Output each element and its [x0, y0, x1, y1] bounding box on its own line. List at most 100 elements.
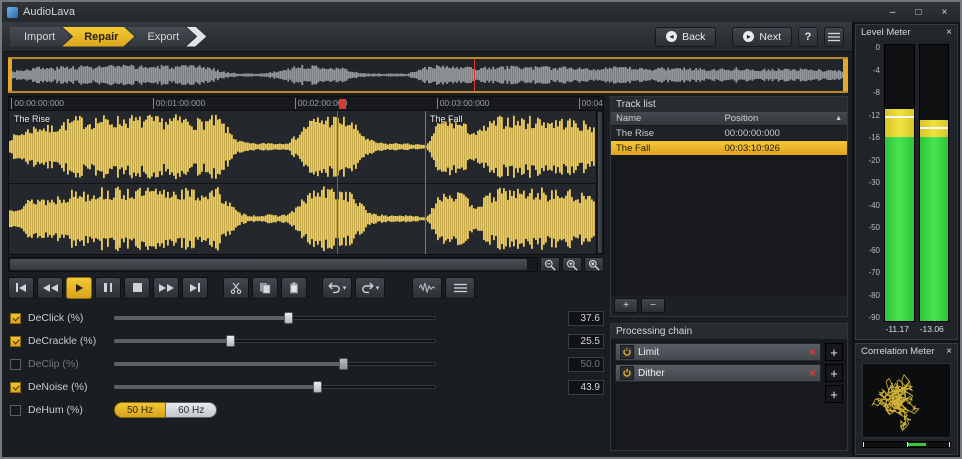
overview-waveform — [8, 59, 848, 91]
overview-right-handle[interactable] — [843, 59, 848, 91]
track-name: The Fall — [616, 143, 724, 154]
column-header-name[interactable]: Name — [616, 113, 724, 124]
add-processor-button[interactable]: + — [825, 364, 843, 382]
decrackle-label: DeCrackle (%) — [28, 335, 114, 347]
copy-button[interactable] — [252, 277, 278, 299]
redo-button[interactable]: ▾ — [355, 277, 385, 299]
zoom-in-button[interactable] — [562, 257, 582, 272]
paste-button[interactable] — [281, 277, 307, 299]
meter-values: -11.17 -13.06 — [880, 324, 949, 337]
zoom-out-button[interactable] — [540, 257, 560, 272]
track-list-header[interactable]: Name Position ▲ — [611, 112, 847, 126]
overview-strip[interactable] — [8, 57, 848, 93]
denoise-slider[interactable] — [114, 381, 436, 393]
cut-button[interactable] — [223, 277, 249, 299]
skip-end-button[interactable] — [182, 277, 208, 299]
paste-icon — [288, 282, 300, 294]
fast-forward-icon — [159, 284, 174, 292]
meters-column: Level Meter × 0-4-8-12-16-20-30-40-50-60… — [852, 22, 960, 457]
track-position: 00:03:10:926 — [724, 143, 842, 154]
chain-item-dither[interactable]: Dither × — [615, 364, 821, 382]
waveform-display[interactable]: The Rise The Fall — [8, 110, 604, 255]
decrackle-slider-thumb[interactable] — [226, 335, 235, 347]
track-list-body: The Rise 00:00:00:000 The Fall 00:03:10:… — [611, 126, 847, 296]
correlation-bar — [862, 441, 951, 448]
minimize-button[interactable]: – — [880, 5, 905, 20]
dehum-60hz-button[interactable]: 60 Hz — [166, 402, 217, 418]
denoise-checkbox[interactable] — [10, 382, 21, 393]
horizontal-scrollbar[interactable] — [8, 257, 538, 272]
add-processor-button[interactable]: + — [825, 343, 843, 361]
rewind-button[interactable] — [37, 277, 63, 299]
wizard-step-repair[interactable]: Repair — [62, 27, 134, 47]
scissors-icon — [230, 282, 242, 294]
limit-power-toggle[interactable] — [620, 345, 634, 359]
back-arrow-icon: ◂ — [666, 31, 677, 42]
fast-forward-button[interactable] — [153, 277, 179, 299]
chain-item-limit[interactable]: Limit × — [615, 343, 821, 361]
decrackle-slider[interactable] — [114, 335, 436, 347]
menu-button[interactable] — [824, 27, 844, 47]
declip-slider[interactable] — [114, 358, 436, 370]
correlation-meter-title: Correlation Meter × — [856, 344, 957, 359]
maximize-button[interactable]: □ — [906, 5, 931, 20]
correlation-value-segment — [907, 443, 926, 446]
remove-track-button[interactable]: − — [641, 298, 665, 313]
close-level-meter-icon[interactable]: × — [946, 25, 952, 40]
waveform-view-button[interactable] — [412, 277, 442, 299]
close-button[interactable]: × — [932, 5, 957, 20]
wizard-step-import[interactable]: Import — [10, 27, 71, 47]
marker-list-button[interactable] — [445, 277, 475, 299]
track-row-the-fall[interactable]: The Fall 00:03:10:926 — [611, 141, 847, 156]
copy-icon — [259, 282, 271, 294]
redo-dropdown-icon[interactable]: ▾ — [376, 284, 380, 292]
declip-slider-thumb[interactable] — [339, 358, 348, 370]
denoise-slider-thumb[interactable] — [313, 381, 322, 393]
timeline-playhead-marker[interactable] — [339, 99, 346, 109]
declick-slider[interactable] — [114, 312, 436, 324]
undo-dropdown-icon[interactable]: ▾ — [343, 284, 347, 292]
overview-left-handle[interactable] — [8, 59, 12, 91]
wizard-step-export[interactable]: Export — [125, 27, 195, 47]
back-button[interactable]: ◂ Back — [655, 27, 716, 47]
dehum-row: DeHum (%) 50 Hz 60 Hz — [10, 400, 604, 420]
help-button[interactable]: ? — [798, 27, 818, 47]
decrackle-checkbox[interactable] — [10, 336, 21, 347]
level-meter-panel: Level Meter × 0-4-8-12-16-20-30-40-50-60… — [855, 24, 958, 340]
stop-button[interactable] — [124, 277, 150, 299]
dither-power-toggle[interactable] — [620, 366, 634, 380]
declip-label: DeClip (%) — [28, 358, 114, 370]
skip-start-button[interactable] — [8, 277, 34, 299]
chain-item-label: Limit — [638, 347, 805, 358]
back-button-label: Back — [682, 31, 705, 43]
restoration-controls: DeClick (%) 37.6 DeCrackle (%) 25.5 — [8, 308, 604, 451]
undo-button[interactable]: ▾ — [322, 277, 352, 299]
add-processor-button[interactable]: + — [825, 385, 843, 403]
timeline-ruler[interactable]: 00:00:00:000 00:01:00:000 00:02:00:000 0… — [8, 96, 604, 110]
close-correlation-meter-icon[interactable]: × — [946, 344, 952, 359]
add-track-button[interactable]: + — [614, 298, 638, 313]
main-area: 00:00:00:000 00:01:00:000 00:02:00:000 0… — [2, 52, 852, 457]
pause-button[interactable] — [95, 277, 121, 299]
dehum-50hz-button[interactable]: 50 Hz — [114, 402, 166, 418]
undo-icon — [328, 282, 341, 294]
column-header-position[interactable]: Position — [724, 113, 835, 124]
next-button-label: Next — [759, 31, 781, 43]
delete-dither-icon[interactable]: × — [809, 366, 816, 380]
vertical-scrollbar[interactable] — [596, 111, 603, 254]
correlation-meter-title-label: Correlation Meter — [861, 344, 934, 359]
zoom-fit-button[interactable] — [584, 257, 604, 272]
next-button[interactable]: ▸ Next — [732, 27, 792, 47]
declip-checkbox[interactable] — [10, 359, 21, 370]
declick-checkbox[interactable] — [10, 313, 21, 324]
play-button[interactable] — [66, 277, 92, 299]
vertical-scrollbar-thumb[interactable] — [598, 112, 602, 253]
playhead-cursor[interactable] — [337, 111, 338, 254]
delete-limit-icon[interactable]: × — [809, 345, 816, 359]
declick-value: 37.6 — [568, 311, 604, 326]
declip-value: 50.0 — [568, 357, 604, 372]
track-row-the-rise[interactable]: The Rise 00:00:00:000 — [611, 126, 847, 141]
horizontal-scrollbar-thumb[interactable] — [10, 259, 527, 270]
dehum-checkbox[interactable] — [10, 405, 21, 416]
declick-slider-thumb[interactable] — [284, 312, 293, 324]
